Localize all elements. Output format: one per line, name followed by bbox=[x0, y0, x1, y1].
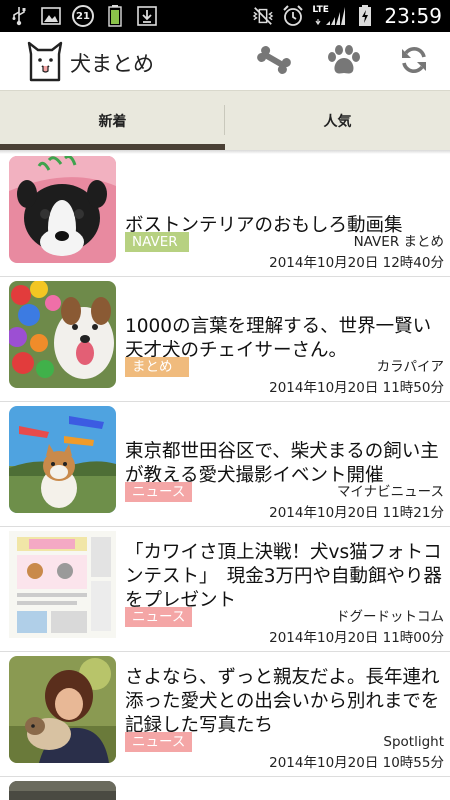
article-date: 2014年10月20日 11時50分 bbox=[269, 380, 444, 396]
image-icon bbox=[40, 5, 62, 27]
paw-icon bbox=[326, 44, 362, 80]
category-tag: ニュース bbox=[125, 482, 193, 502]
list-item[interactable]: 「カワイさ頂上決戦！犬vs猫フォトコンテスト」 現金3万円や自動餌やり器をプレゼ… bbox=[0, 527, 450, 652]
article-source: NAVER まとめ bbox=[353, 234, 444, 250]
battery-full-icon bbox=[104, 5, 126, 27]
category-tag: まとめ bbox=[125, 357, 189, 377]
article-date: 2014年10月20日 11時21分 bbox=[269, 505, 444, 521]
tab-bar: 新着 人気 bbox=[0, 90, 450, 150]
status-bar-notifications: 21 bbox=[8, 4, 158, 28]
article-source: ドグードットコム bbox=[336, 609, 444, 625]
download-icon bbox=[136, 5, 158, 27]
paw-button[interactable] bbox=[324, 42, 364, 82]
article-source: Spotlight bbox=[383, 734, 444, 750]
article-thumbnail-partial bbox=[9, 781, 116, 800]
refresh-icon bbox=[398, 44, 430, 80]
category-tag: ニュース bbox=[125, 607, 193, 627]
tab-popular[interactable]: 人気 bbox=[225, 91, 450, 151]
article-thumbnail-shiba-maru bbox=[9, 406, 116, 513]
app-title: 犬まとめ bbox=[70, 52, 154, 76]
dog-logo-icon bbox=[26, 40, 64, 82]
status-bar-system: LTE 23:59 bbox=[252, 3, 442, 29]
usb-icon bbox=[8, 5, 30, 27]
list-item[interactable]: ボストンテリアのおもしろ動画集 NAVER NAVER まとめ 2014年10月… bbox=[0, 152, 450, 277]
article-source: カラパイア bbox=[376, 359, 444, 375]
bone-icon bbox=[255, 45, 293, 79]
refresh-button[interactable] bbox=[394, 42, 434, 82]
list-item[interactable]: 1000の言葉を理解する、世界一賢い天才犬のチェイサーさん。 まとめ カラパイア… bbox=[0, 277, 450, 402]
article-date: 2014年10月20日 11時00分 bbox=[269, 630, 444, 646]
article-date: 2014年10月20日 10時55分 bbox=[269, 755, 444, 771]
category-tag: ニュース bbox=[125, 732, 193, 752]
article-thumbnail-chaser-toys bbox=[9, 281, 116, 388]
bone-button[interactable] bbox=[254, 42, 294, 82]
article-thumbnail-photo-contest-page bbox=[9, 531, 116, 638]
battery-charging-icon bbox=[354, 5, 376, 27]
lte-signal-icon: LTE bbox=[312, 5, 346, 27]
article-title: 1000の言葉を理解する、世界一賢い天才犬のチェイサーさん。 bbox=[125, 316, 432, 361]
list-item[interactable] bbox=[0, 777, 450, 800]
app-bar: 犬まとめ bbox=[0, 32, 450, 90]
status-bar: 21 LTE 23:59 bbox=[0, 0, 450, 32]
tab-new[interactable]: 新着 bbox=[0, 91, 225, 151]
article-title: 「カワイさ頂上決戦！犬vs猫フォトコンテスト」 現金3万円や自動餌やり器をプレゼ… bbox=[125, 542, 443, 611]
article-date: 2014年10月20日 12時40分 bbox=[269, 255, 444, 271]
alarm-icon bbox=[282, 5, 304, 27]
article-list: ボストンテリアのおもしろ動画集 NAVER NAVER まとめ 2014年10月… bbox=[0, 152, 450, 800]
clock: 23:59 bbox=[384, 4, 442, 28]
article-source: マイナビニュース bbox=[336, 484, 444, 500]
category-tag: NAVER bbox=[125, 232, 189, 252]
notification-count-badge: 21 bbox=[72, 5, 94, 27]
list-item[interactable]: さよなら、ずっと親友だよ。長年連れ添った愛犬との出会いから別れまでを記録した写真… bbox=[0, 652, 450, 777]
article-thumbnail-boston-terrier bbox=[9, 156, 116, 263]
article-title: 東京都世田谷区で、柴犬まるの飼い主が教える愛犬撮影イベント開催 bbox=[125, 441, 439, 486]
article-title: さよなら、ずっと親友だよ。長年連れ添った愛犬との出会いから別れまでを記録した写真… bbox=[125, 667, 440, 736]
article-thumbnail-woman-and-dog bbox=[9, 656, 116, 763]
vibrate-mute-icon bbox=[252, 5, 274, 27]
list-item[interactable]: 東京都世田谷区で、柴犬まるの飼い主が教える愛犬撮影イベント開催 ニュース マイナ… bbox=[0, 402, 450, 527]
